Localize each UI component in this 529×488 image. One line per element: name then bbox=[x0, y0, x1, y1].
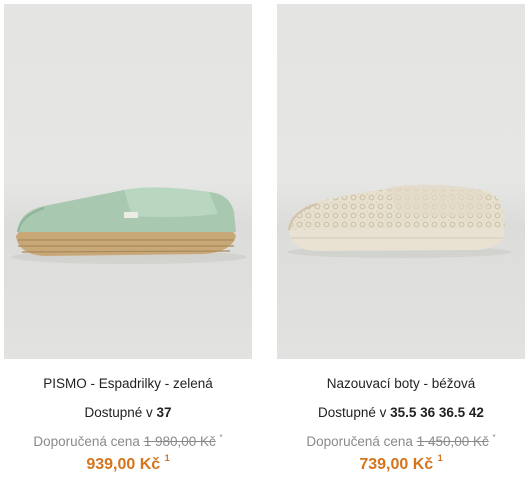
availability-label: Dostupné v bbox=[318, 405, 387, 420]
sale-price: 939,00 Kč 1 bbox=[4, 453, 252, 474]
product-card[interactable]: PISMO - Espadrilky - zelená Dostupné v 3… bbox=[4, 0, 252, 488]
availability: Dostupné v 35.5 36 36.5 42 bbox=[277, 405, 525, 420]
rrp-value: 1 980,00 Kč bbox=[143, 434, 216, 449]
product-image[interactable] bbox=[4, 4, 252, 359]
product-title[interactable]: PISMO - Espadrilky - zelená bbox=[4, 376, 252, 391]
price-footnote-marker: 1 bbox=[437, 453, 443, 463]
available-sizes: 37 bbox=[156, 405, 172, 420]
rrp-footnote-marker: * bbox=[492, 433, 496, 442]
recommended-price: Doporučená cena 1 450,00 Kč * bbox=[277, 433, 525, 449]
product-image[interactable] bbox=[277, 4, 525, 359]
rrp-footnote-marker: * bbox=[219, 433, 223, 442]
price-footnote-marker: 1 bbox=[164, 453, 170, 463]
price-value: 939,00 Kč bbox=[86, 456, 161, 473]
recommended-price: Doporučená cena 1 980,00 Kč * bbox=[4, 433, 252, 449]
available-sizes: 35.5 36 36.5 42 bbox=[390, 405, 484, 420]
product-card[interactable]: Nazouvací boty - béžová Dostupné v 35.5 … bbox=[277, 0, 525, 488]
availability: Dostupné v 37 bbox=[4, 405, 252, 420]
availability-label: Dostupné v bbox=[84, 405, 153, 420]
rrp-label: Doporučená cena bbox=[306, 434, 413, 449]
espadrille-green-shoe-illustration bbox=[11, 187, 247, 264]
rrp-value: 1 450,00 Kč bbox=[416, 434, 489, 449]
sale-price: 739,00 Kč 1 bbox=[277, 453, 525, 474]
lace-slip-on-shoe-illustration bbox=[287, 184, 511, 258]
product-title[interactable]: Nazouvací boty - béžová bbox=[277, 376, 525, 391]
price-value: 739,00 Kč bbox=[359, 456, 434, 473]
rrp-label: Doporučená cena bbox=[33, 434, 140, 449]
